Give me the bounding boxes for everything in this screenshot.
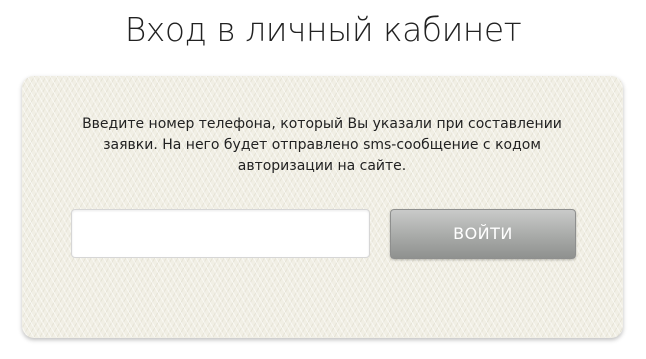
login-card: Введите номер телефона, который Вы указа… — [22, 76, 623, 338]
login-page: Вход в личный кабинет Введите номер теле… — [0, 0, 646, 359]
login-button[interactable]: ВОЙТИ — [390, 209, 576, 259]
instructions-text: Введите номер телефона, который Вы указа… — [82, 116, 562, 174]
page-title: Вход в личный кабинет — [124, 10, 522, 49]
phone-input[interactable] — [71, 209, 370, 258]
